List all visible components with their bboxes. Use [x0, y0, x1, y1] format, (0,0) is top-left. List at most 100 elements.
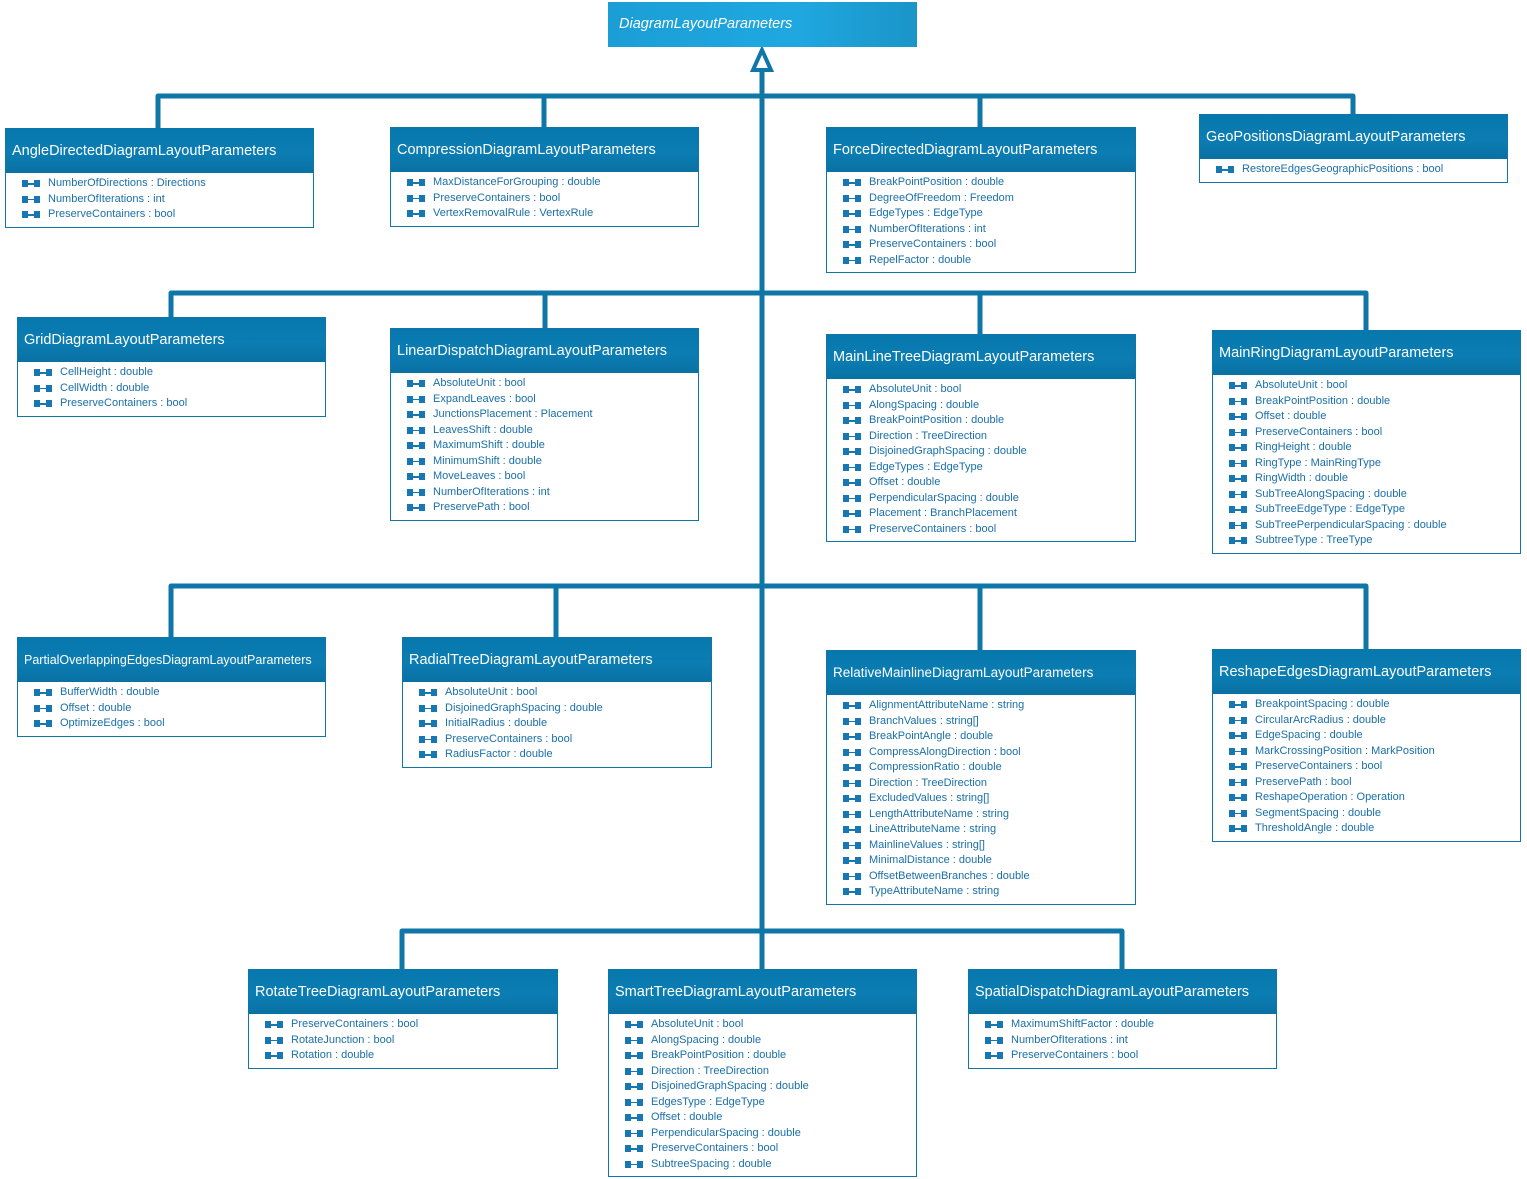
property-item: SubTreeAlongSpacing : double: [1229, 487, 1520, 503]
property-icon: [843, 841, 861, 849]
class-header: MainRingDiagramLayoutParameters: [1213, 331, 1520, 375]
property-item: PreserveContainers : bool: [985, 1048, 1276, 1064]
property-label: CompressionRatio : double: [869, 761, 1002, 773]
property-label: MinimalDistance : double: [869, 854, 992, 866]
property-label: DisjoinedGraphSpacing : double: [651, 1080, 809, 1092]
property-label: VertexRemovalRule : VertexRule: [433, 207, 594, 219]
class-header: RadialTreeDiagramLayoutParameters: [403, 638, 711, 682]
property-label: PerpendicularSpacing : double: [869, 491, 1019, 504]
property-icon: [407, 411, 425, 419]
property-label: BreakpointSpacing : double: [1255, 698, 1390, 710]
property-label: EdgeTypes : EdgeType: [869, 207, 983, 219]
property-label: BufferWidth : double: [60, 686, 160, 698]
class-box-mainline-tree[interactable]: MainLineTreeDiagramLayoutParameters Abso…: [826, 334, 1136, 542]
class-box-partial-overlapping-edges[interactable]: PartialOverlappingEdgesDiagramLayoutPara…: [17, 637, 326, 737]
property-icon: [1229, 732, 1247, 740]
property-icon: [34, 689, 52, 697]
property-item: PreserveContainers : bool: [843, 522, 1135, 538]
base-class-diagramlayoutparameters[interactable]: DiagramLayoutParameters: [608, 2, 917, 47]
property-item: RingType : MainRingType: [1229, 456, 1520, 472]
property-item: ThresholdAngle : double: [1229, 821, 1520, 837]
property-item: DisjoinedGraphSpacing : double: [843, 444, 1135, 460]
property-item: MaximumShiftFactor : double: [985, 1017, 1276, 1033]
property-list: AbsoluteUnit : bool BreakPointPosition : …: [1213, 375, 1520, 553]
property-icon: [407, 194, 425, 202]
class-box-rotate-tree[interactable]: RotateTreeDiagramLayoutParameters Preser…: [248, 969, 558, 1069]
property-icon: [843, 432, 861, 440]
property-label: AbsoluteUnit : bool: [869, 383, 962, 395]
property-item: PreserveContainers : bool: [407, 191, 698, 207]
property-icon: [985, 1021, 1003, 1029]
property-icon: [34, 384, 52, 392]
base-class-title: DiagramLayoutParameters: [619, 16, 793, 32]
class-box-compression[interactable]: CompressionDiagramLayoutParameters MaxDi…: [390, 127, 699, 227]
property-icon: [22, 211, 40, 219]
property-list: NumberOfDirections : Directions NumberOfI…: [6, 173, 313, 227]
property-icon: [843, 779, 861, 787]
property-label: DisjoinedGraphSpacing : double: [869, 445, 1027, 457]
property-icon: [843, 717, 861, 725]
class-box-relative-mainline[interactable]: RelativeMainlineDiagramLayoutParameters …: [826, 650, 1136, 905]
property-item: EdgeTypes : EdgeType: [843, 460, 1135, 476]
property-icon: [22, 180, 40, 188]
property-icon: [407, 179, 425, 187]
class-box-smart-tree[interactable]: SmartTreeDiagramLayoutParameters Absolut…: [608, 969, 917, 1177]
property-icon: [843, 702, 861, 710]
property-list: BreakpointSpacing : double CircularArcRad…: [1213, 694, 1520, 841]
property-icon: [625, 1098, 643, 1106]
property-icon: [843, 826, 861, 834]
property-item: PreservePath : bool: [1229, 775, 1520, 791]
class-header: CompressionDiagramLayoutParameters: [391, 128, 698, 172]
property-icon: [625, 1083, 643, 1091]
property-label: BreakPointAngle : double: [869, 730, 994, 742]
property-icon: [843, 463, 861, 471]
property-item: MaximumShift : double: [407, 438, 698, 454]
property-item: BreakPointPosition : double: [843, 413, 1135, 429]
class-box-geo-positions[interactable]: GeoPositionsDiagramLayoutParameters Rest…: [1199, 114, 1508, 183]
class-box-grid[interactable]: GridDiagramLayoutParameters CellHeight :…: [17, 317, 326, 417]
property-label: TypeAttributeName : string: [869, 885, 1000, 897]
property-item: RingHeight : double: [1229, 440, 1520, 456]
property-item: Direction : TreeDirection: [843, 429, 1135, 445]
property-label: PreservePath : bool: [1255, 775, 1352, 788]
property-item: RadiusFactor : double: [419, 747, 711, 763]
property-label: BranchValues : string[]: [869, 714, 979, 727]
class-header: SpatialDispatchDiagramLayoutParameters: [969, 970, 1276, 1014]
class-box-force-directed[interactable]: ForceDirectedDiagramLayoutParameters Bre…: [826, 127, 1136, 273]
property-icon: [419, 689, 437, 697]
row2-connector: [168, 290, 1369, 330]
property-item: CompressionRatio : double: [843, 760, 1135, 776]
class-box-spatial-dispatch[interactable]: SpatialDispatchDiagramLayoutParameters M…: [968, 969, 1277, 1069]
property-icon: [1229, 490, 1247, 498]
property-list: RestoreEdgesGeographicPositions : bool: [1200, 159, 1507, 182]
property-item: VertexRemovalRule : VertexRule: [407, 206, 698, 222]
property-label: Offset : double: [60, 701, 132, 714]
property-item: BranchValues : string[]: [843, 714, 1135, 730]
property-item: InitialRadius : double: [419, 716, 711, 732]
property-item: ExcludedValues : string[]: [843, 791, 1135, 807]
row3-connector: [168, 583, 1369, 649]
class-box-radial-tree[interactable]: RadialTreeDiagramLayoutParameters Absolu…: [402, 637, 712, 768]
class-header: GridDiagramLayoutParameters: [18, 318, 325, 362]
property-label: BreakPointPosition : double: [869, 176, 1005, 188]
class-box-reshape-edges[interactable]: ReshapeEdgesDiagramLayoutParameters Brea…: [1212, 649, 1521, 842]
class-box-main-ring[interactable]: MainRingDiagramLayoutParameters Absolute…: [1212, 330, 1521, 554]
property-label: OptimizeEdges : bool: [60, 717, 165, 729]
property-list: AbsoluteUnit : bool AlongSpacing : double…: [609, 1014, 916, 1176]
property-item: MinimumShift : double: [407, 454, 698, 470]
property-item: NumberOfIterations : int: [22, 192, 313, 208]
property-icon: [843, 241, 861, 249]
property-icon: [1229, 413, 1247, 421]
class-box-linear-dispatch[interactable]: LinearDispatchDiagramLayoutParameters Ab…: [390, 328, 699, 521]
property-list: BufferWidth : double Offset : double Optim…: [18, 682, 325, 736]
property-item: CellWidth : double: [34, 381, 325, 397]
property-label: AbsoluteUnit : bool: [1255, 379, 1348, 391]
property-label: NumberOfIterations : int: [1011, 1033, 1128, 1046]
property-label: ExcludedValues : string[]: [869, 792, 990, 804]
property-icon: [1229, 778, 1247, 786]
property-label: NumberOfIterations : int: [48, 192, 165, 205]
class-box-angle-directed[interactable]: AngleDirectedDiagramLayoutParameters Num…: [5, 128, 314, 228]
property-label: AbsoluteUnit : bool: [433, 377, 526, 389]
class-header: RotateTreeDiagramLayoutParameters: [249, 970, 557, 1014]
property-icon: [419, 735, 437, 743]
